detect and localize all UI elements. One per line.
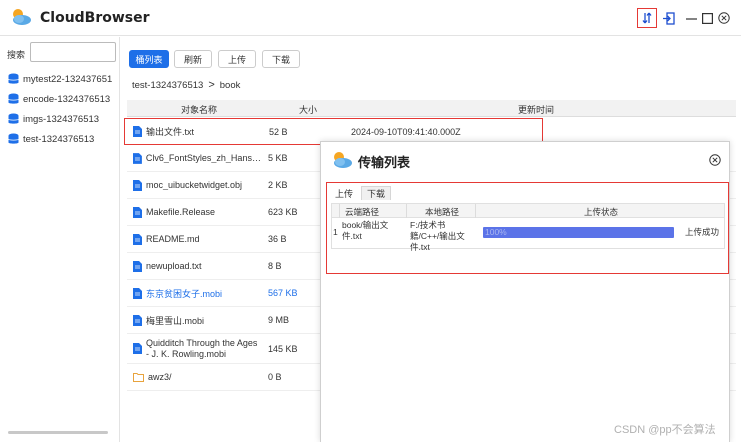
maximize-icon [701, 12, 713, 24]
bucket-label: encode-1324376513 [23, 93, 111, 105]
column-header-name[interactable]: 对象名称 [181, 103, 217, 116]
file-name: awz3/ [148, 372, 172, 382]
file-name: Makefile.Release [146, 207, 216, 217]
file-size: 623 KB [268, 207, 298, 217]
file-size: 145 KB [268, 343, 298, 354]
local-path: F:/技术书籍/C++/输出文件.txt [410, 220, 465, 252]
transfer-dialog: 传输列表 上传 下载 云端路径 本地路径 上传状态 1 book/输出文件.tx… [320, 141, 730, 442]
logout-button[interactable] [661, 10, 675, 26]
search-input[interactable] [30, 42, 116, 62]
progress-label: 100% [485, 227, 507, 237]
bucket-list-button[interactable]: 桶列表 [129, 50, 169, 68]
file-name: Clv6_FontStyles_zh_Hans_... [145, 153, 263, 163]
row-index: 1 [333, 227, 338, 237]
file-name: Quidditch Through the Ages - J. K. Rowli… [146, 337, 258, 359]
refresh-button[interactable]: 刷新 [174, 50, 212, 68]
minimize-icon [685, 17, 697, 20]
file-icon [133, 314, 142, 326]
file-name: README.md [146, 234, 200, 244]
file-name: newupload.txt [146, 261, 202, 271]
column-header-size[interactable]: 大小 [299, 103, 317, 116]
dialog-title: 传输列表 [358, 156, 411, 171]
folder-icon [133, 373, 144, 382]
file-icon [133, 343, 142, 354]
file-icon [133, 179, 142, 191]
sidebar-item-bucket[interactable]: mytest22-132437651 [8, 71, 112, 87]
file-size: 52 B [269, 126, 288, 137]
minimize-button[interactable] [685, 10, 697, 26]
upload-status: 上传成功 [685, 227, 720, 237]
cloud-path: book/输出文件.txt [342, 220, 389, 241]
file-size: 0 B [268, 372, 282, 382]
upload-table-header: 云端路径 本地路径 上传状态 [332, 204, 724, 218]
breadcrumb-bucket[interactable]: test-1324376513 [132, 80, 203, 91]
tab-upload[interactable]: 上传 [331, 186, 357, 200]
transfer-panel: 上传 下载 云端路径 本地路径 上传状态 1 book/输出文件.txt F:/… [326, 182, 729, 274]
file-size: 2 KB [268, 180, 288, 190]
download-button[interactable]: 下载 [262, 50, 300, 68]
bucket-label: mytest22-132437651 [23, 73, 113, 85]
column-header-local-path: 本地路径 [425, 207, 460, 217]
file-icon [133, 206, 142, 218]
breadcrumb-separator: > [208, 79, 215, 91]
cloud-logo-icon [334, 152, 352, 168]
breadcrumb-folder[interactable]: book [220, 80, 241, 91]
close-circle-icon[interactable] [709, 154, 721, 166]
file-size: 8 B [268, 261, 282, 271]
file-size: 9 MB [268, 315, 290, 325]
file-name: 梅里雪山.mobi [146, 315, 205, 326]
database-icon [8, 113, 19, 124]
tab-download[interactable]: 下载 [361, 186, 391, 200]
file-icon [133, 260, 142, 272]
database-icon [8, 133, 19, 144]
database-icon [8, 93, 19, 104]
cloud-logo-icon [13, 9, 31, 25]
bucket-label: test-1324376513 [23, 133, 95, 145]
watermark: CSDN @pp不会算法 [614, 424, 716, 436]
maximize-button[interactable] [701, 10, 713, 26]
sidebar-scrollbar[interactable] [8, 431, 108, 434]
upload-table: 云端路径 本地路径 上传状态 1 book/输出文件.txt F:/技术书籍/C… [331, 203, 725, 252]
transfer-list-button[interactable] [637, 8, 657, 28]
search-label: 搜索 [7, 50, 26, 60]
title-bar: CloudBrowser [0, 0, 741, 36]
file-size: 5 KB [268, 153, 288, 163]
file-icon [133, 126, 142, 137]
transfer-arrows-icon [642, 12, 652, 24]
sidebar-item-bucket[interactable]: imgs-1324376513 [8, 111, 99, 127]
file-name: moc_uibucketwidget.obj [146, 180, 243, 190]
logout-icon [662, 11, 675, 25]
file-name: 东京贫困女子.mobi [146, 288, 223, 299]
file-icon [133, 233, 142, 245]
column-header-cloud-path: 云端路径 [345, 207, 380, 217]
file-icon [133, 152, 142, 164]
bucket-label: imgs-1324376513 [23, 113, 100, 125]
sidebar-item-bucket[interactable]: test-1324376513 [8, 131, 94, 147]
upload-progress-bar: 100% [483, 227, 674, 238]
breadcrumb: test-1324376513 > book [132, 79, 240, 91]
file-icon [133, 287, 142, 299]
file-size: 36 B [268, 234, 287, 244]
close-button[interactable] [718, 10, 730, 26]
file-size: 567 KB [268, 288, 298, 298]
upload-button[interactable]: 上传 [218, 50, 256, 68]
sidebar-item-bucket[interactable]: encode-1324376513 [8, 91, 110, 107]
column-header-status: 上传状态 [584, 207, 619, 217]
file-table-header: 对象名称 大小 更新时间 [127, 100, 736, 117]
bucket-sidebar: 搜索 mytest22-132437651 encode-1324376513 … [0, 37, 120, 442]
close-circle-icon [718, 12, 730, 24]
app-title: CloudBrowser [40, 10, 150, 26]
database-icon [8, 73, 19, 84]
column-header-time[interactable]: 更新时间 [518, 103, 554, 116]
file-name: 输出文件.txt [146, 127, 195, 137]
